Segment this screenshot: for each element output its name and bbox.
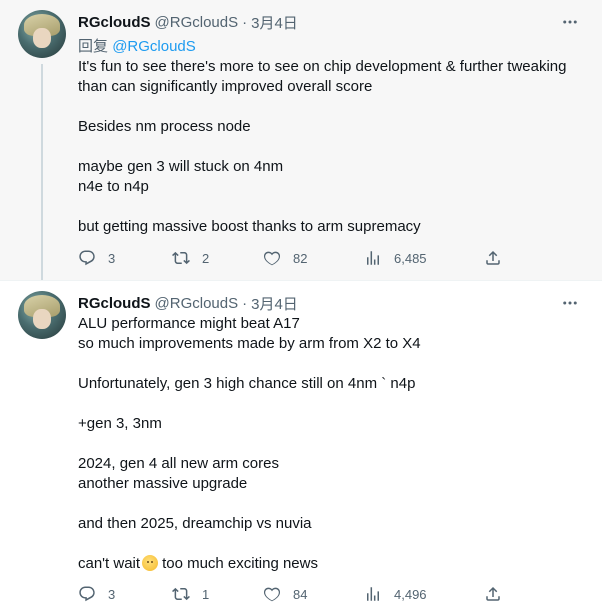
views-button[interactable]: 6,485 [364, 247, 427, 269]
reply-count: 3 [108, 586, 116, 602]
like-count: 82 [293, 250, 308, 266]
author-handle[interactable]: @RGcloudS [155, 295, 239, 312]
tweet-header: RGcloudS @RGcloudS · 3月4日 [78, 12, 298, 32]
separator-dot: · [242, 294, 248, 312]
share-upload-icon [486, 250, 500, 265]
author-handle[interactable]: @RGcloudS [155, 14, 239, 31]
views-button[interactable]: 4,496 [364, 583, 427, 605]
more-options-button[interactable] [560, 12, 580, 32]
thread-connector-line [41, 64, 43, 290]
avatar[interactable] [18, 291, 66, 339]
more-horizontal-icon [563, 301, 577, 305]
separator-dot: · [242, 13, 248, 31]
author-name[interactable]: RGcloudS [78, 295, 151, 312]
retweet-count: 1 [202, 586, 210, 602]
hugging-face-emoji [142, 555, 159, 571]
reply-prefix: 回复 [78, 38, 109, 55]
tweet-date[interactable]: 3月4日 [251, 293, 298, 314]
tweet-text: It's fun to see there's more to see on c… [78, 57, 593, 237]
more-options-button[interactable] [560, 293, 580, 313]
heart-icon [263, 251, 281, 266]
share-button[interactable] [484, 583, 502, 605]
like-button[interactable]: 84 [263, 583, 307, 605]
tweet-1[interactable]: RGcloudS @RGcloudS · 3月4日 回复 @RGcloudS I… [0, 0, 602, 290]
tweet-text-content: It's fun to see there's more to see on c… [78, 58, 567, 235]
share-upload-icon [486, 586, 500, 601]
retweet-icon [172, 587, 190, 601]
retweet-icon [172, 251, 190, 265]
like-count: 84 [293, 586, 308, 602]
like-button[interactable]: 82 [263, 247, 307, 269]
author-name[interactable]: RGcloudS [78, 14, 151, 31]
tweet-text-last-line: can't wait too much exciting news [78, 554, 593, 574]
tweet-header: RGcloudS @RGcloudS · 3月4日 [78, 293, 298, 313]
views-count: 4,496 [394, 586, 427, 602]
reply-button[interactable]: 3 [78, 247, 115, 269]
views-count: 6,485 [394, 250, 427, 266]
reply-bubble-icon [79, 250, 95, 266]
views-bar-chart-icon [367, 587, 379, 601]
heart-icon [263, 587, 281, 602]
tweet-actions: 3 1 84 4,496 [78, 583, 508, 605]
avatar[interactable] [18, 10, 66, 58]
tweet-actions: 3 2 82 6,485 [78, 247, 508, 269]
reply-mention-link[interactable]: @RGcloudS [112, 38, 196, 55]
tweet-text: ALU performance might beat A17 so much i… [78, 314, 593, 574]
retweet-count: 2 [202, 250, 210, 266]
tweet-text-content: ALU performance might beat A17 so much i… [78, 315, 421, 532]
retweet-button[interactable]: 2 [172, 247, 209, 269]
last-line-start: can't wait [78, 555, 141, 572]
reply-bubble-icon [79, 586, 95, 602]
more-horizontal-icon [563, 20, 577, 24]
retweet-button[interactable]: 1 [172, 583, 209, 605]
share-button[interactable] [484, 247, 502, 269]
replying-to: 回复 @RGcloudS [78, 35, 196, 56]
last-line-end: too much exciting news [162, 555, 318, 572]
tweet-date[interactable]: 3月4日 [251, 12, 298, 33]
tweet-2[interactable]: RGcloudS @RGcloudS · 3月4日 ALU performanc… [0, 280, 602, 613]
reply-count: 3 [108, 250, 116, 266]
views-bar-chart-icon [367, 251, 379, 265]
reply-button[interactable]: 3 [78, 583, 115, 605]
